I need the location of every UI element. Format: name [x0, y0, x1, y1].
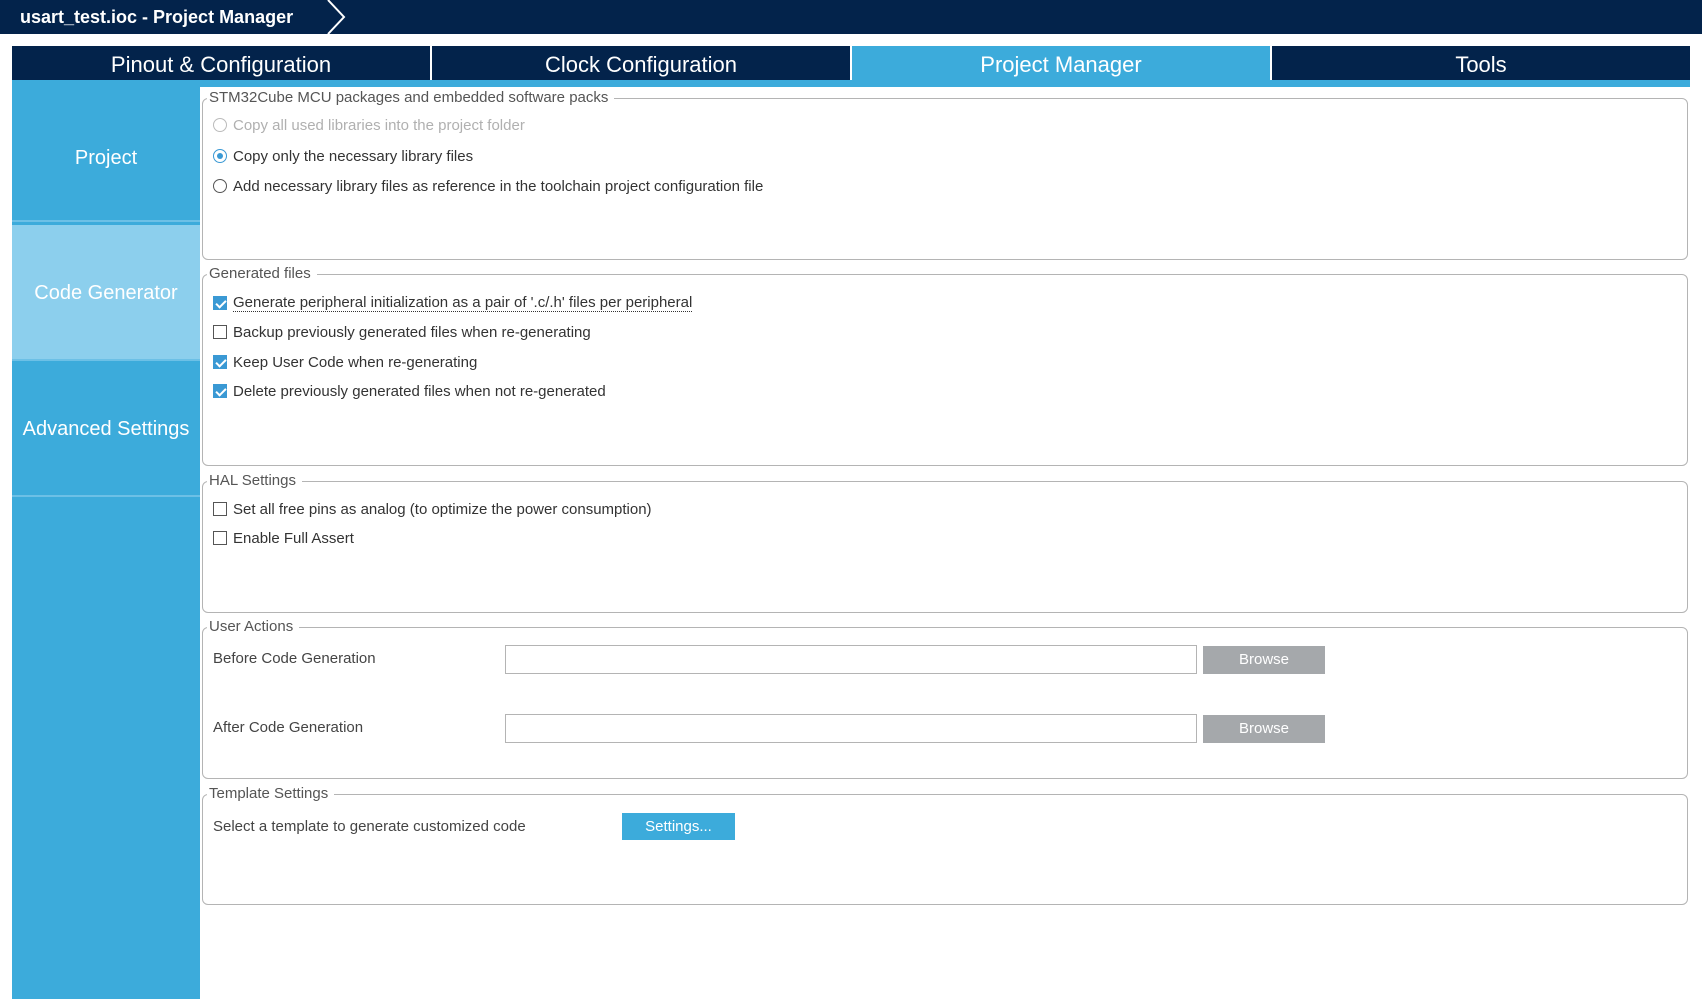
before-code-generation-input[interactable] [505, 645, 1197, 674]
template-settings-group: Template Settings Select a template to g… [202, 784, 1688, 905]
checkbox-label: Keep User Code when re-generating [233, 353, 478, 371]
template-settings-button[interactable]: Settings... [622, 813, 735, 840]
checkbox-backup[interactable] [213, 325, 227, 339]
sidebar-item-project[interactable]: Project [12, 87, 200, 222]
template-label: Select a template to generate customized… [213, 818, 526, 835]
hal-option-free-pins-analog[interactable]: Set all free pins as analog (to optimize… [213, 499, 652, 519]
radio-label: Copy only the necessary library files [233, 147, 474, 165]
hal-option-full-assert[interactable]: Enable Full Assert [213, 528, 354, 548]
generated-files-legend: Generated files [207, 264, 317, 284]
checkbox-free-pins-analog[interactable] [213, 502, 227, 516]
before-browse-button[interactable]: Browse [1203, 646, 1325, 674]
checkbox-label: Enable Full Assert [233, 529, 354, 547]
packs-option-add-reference[interactable]: Add necessary library files as reference… [213, 176, 763, 196]
after-browse-button[interactable]: Browse [1203, 715, 1325, 743]
packs-option-copy-necessary[interactable]: Copy only the necessary library files [213, 146, 473, 166]
user-actions-legend: User Actions [207, 617, 300, 637]
hal-settings-legend: HAL Settings [207, 471, 302, 491]
hal-settings-group: HAL Settings Set all free pins as analog… [202, 471, 1688, 613]
tab-underline [12, 80, 1690, 87]
checkbox-peripheral-pair[interactable] [213, 296, 227, 310]
radio-copy-all [213, 118, 227, 132]
before-code-generation-label: Before Code Generation [213, 650, 376, 667]
radio-add-reference[interactable] [213, 179, 227, 193]
sidebar: Project Code Generator Advanced Settings [12, 87, 200, 999]
tab-clock-configuration[interactable]: Clock Configuration [432, 46, 852, 80]
sidebar-item-code-generator[interactable]: Code Generator [12, 225, 200, 361]
packs-option-copy-all: Copy all used libraries into the project… [213, 115, 525, 135]
packs-legend: STM32Cube MCU packages and embedded soft… [207, 88, 615, 108]
generated-option-keep-user-code[interactable]: Keep User Code when re-generating [213, 352, 477, 372]
after-code-generation-label: After Code Generation [213, 719, 364, 736]
generated-option-backup[interactable]: Backup previously generated files when r… [213, 322, 591, 342]
checkbox-label: Delete previously generated files when n… [233, 382, 606, 400]
checkbox-delete-files[interactable] [213, 384, 227, 398]
window-title: usart_test.ioc - Project Manager [20, 7, 294, 27]
sidebar-item-advanced-settings[interactable]: Advanced Settings [12, 361, 200, 497]
checkbox-label: Generate peripheral initialization as a … [233, 294, 693, 312]
radio-label: Copy all used libraries into the project… [233, 116, 525, 134]
checkbox-label: Backup previously generated files when r… [233, 323, 591, 341]
tab-pinout-configuration[interactable]: Pinout & Configuration [12, 46, 432, 80]
radio-label: Add necessary library files as reference… [233, 177, 764, 195]
main-tabs: Pinout & Configuration Clock Configurati… [12, 46, 1690, 80]
generated-files-group: Generated files Generate peripheral init… [202, 264, 1688, 466]
generated-option-delete-files[interactable]: Delete previously generated files when n… [213, 381, 606, 401]
generated-option-peripheral-pair[interactable]: Generate peripheral initialization as a … [213, 293, 693, 313]
tab-project-manager[interactable]: Project Manager [852, 46, 1272, 80]
packs-group: STM32Cube MCU packages and embedded soft… [202, 88, 1688, 260]
breadcrumb-chevron-icon [327, 0, 346, 34]
radio-copy-necessary[interactable] [213, 149, 227, 163]
checkbox-label: Set all free pins as analog (to optimize… [233, 500, 652, 518]
after-code-generation-input[interactable] [505, 714, 1197, 743]
template-settings-legend: Template Settings [207, 784, 335, 804]
title-bar: usart_test.ioc - Project Manager [0, 0, 1702, 34]
checkbox-full-assert[interactable] [213, 531, 227, 545]
user-actions-group: User Actions Before Code Generation Brow… [202, 617, 1688, 779]
checkbox-keep-user-code[interactable] [213, 355, 227, 369]
tab-tools[interactable]: Tools [1272, 46, 1690, 80]
